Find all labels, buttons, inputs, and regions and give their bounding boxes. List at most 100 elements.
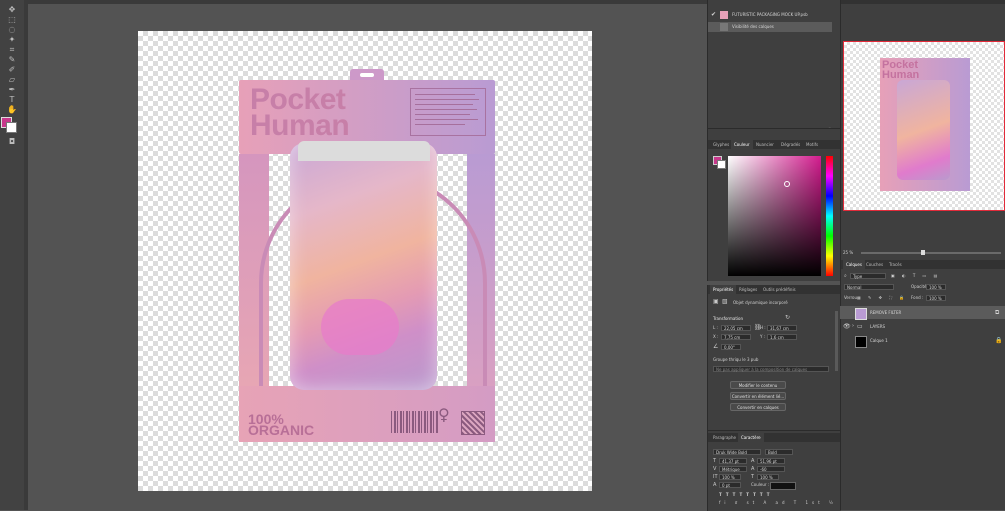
layer-filter-kind-select[interactable]: Type: [850, 273, 886, 279]
font-family-select[interactable]: Druk Wide Bold: [713, 449, 761, 455]
lasso-icon[interactable]: ◌: [7, 26, 17, 34]
horizontal-scale-icon: T: [751, 474, 755, 480]
layers-panel: Calques Couches Tracés ⌕ Type ▣ ◐ T ▭ ▤ …: [840, 260, 1005, 510]
x-input[interactable]: 7,75 cm: [721, 334, 751, 340]
expand-chevron-icon[interactable]: ›: [852, 320, 854, 333]
width-input[interactable]: 22,05 cm: [721, 325, 751, 331]
document-canvas[interactable]: Pocket Human 100% ORGANIC ♀: [138, 31, 592, 491]
brush-icon[interactable]: ✐: [7, 66, 17, 74]
baseline-shift-input[interactable]: 0 pt: [719, 482, 741, 488]
tab-proprietes[interactable]: Propriétés: [710, 285, 737, 294]
tracking-select[interactable]: -60: [757, 466, 785, 472]
width-label: L :: [713, 325, 718, 330]
hand-icon[interactable]: ✋: [7, 106, 17, 114]
visibility-eye-icon[interactable]: 👁: [843, 320, 851, 333]
convert-to-linked-button[interactable]: Convertir en élément lié...: [730, 392, 786, 400]
tab-degrades[interactable]: Dégradés: [778, 140, 803, 149]
font-style-select[interactable]: Bold: [765, 449, 793, 455]
tab-motifs[interactable]: Motifs: [803, 140, 821, 149]
eraser-icon[interactable]: ▱: [7, 76, 17, 84]
smart-object-badge-icon: ⧉: [995, 309, 1000, 316]
leading-icon: A: [751, 458, 755, 464]
pen-icon[interactable]: ✒: [7, 86, 17, 94]
transform-heading: Transformation: [713, 316, 744, 321]
text-color-swatch[interactable]: [770, 482, 796, 490]
tab-outils-predefinis[interactable]: Outils prédéfinis: [760, 285, 799, 294]
crop-icon[interactable]: ⌗: [7, 46, 17, 54]
object-type-label: Objet dynamique incorporé: [733, 300, 788, 305]
tab-nuancier[interactable]: Nuancier: [753, 140, 777, 149]
type-style-buttons[interactable]: TTTTTTTT: [719, 492, 773, 498]
properties-scrollbar[interactable]: [835, 311, 838, 371]
character-tabs: Paragraphe Caractère: [708, 433, 841, 442]
tab-caractere[interactable]: Caractère: [738, 433, 764, 442]
layer-name: REMOVE FILTER: [870, 310, 902, 315]
eyedropper-icon[interactable]: ✎: [7, 56, 17, 64]
horizontal-scale-input[interactable]: 100 %: [757, 474, 779, 480]
kerning-select[interactable]: Métrique: [719, 466, 747, 472]
layer-row-calque-1[interactable]: Calque 1 🔒: [840, 334, 1005, 348]
color-picker-cursor[interactable]: [784, 181, 790, 187]
reset-transform-icon[interactable]: ↻: [785, 315, 790, 321]
vertical-scale-input[interactable]: 100 %: [719, 474, 741, 480]
smart-object-thumbnail: [855, 308, 867, 320]
text-color-label: Couleur :: [751, 482, 770, 487]
navigator-title-line2: Human: [882, 69, 920, 81]
fill-label: Fond :: [911, 295, 924, 300]
tab-glyphes[interactable]: Glyphes: [710, 140, 732, 149]
quick-mask-icon[interactable]: ◘: [7, 138, 17, 146]
package-title-line2: Human: [250, 109, 350, 142]
organic-line2: ORGANIC: [248, 422, 315, 438]
wand-icon[interactable]: ✦: [7, 36, 17, 44]
tab-reglages[interactable]: Réglages: [736, 285, 760, 294]
hue-slider[interactable]: [826, 156, 833, 276]
height-input[interactable]: 31,67 cm: [767, 325, 797, 331]
opacity-input[interactable]: 100 %: [926, 284, 946, 290]
blend-mode-select[interactable]: Normal: [844, 284, 894, 290]
leading-input[interactable]: 51,96 pt: [757, 458, 785, 464]
tab-couleur[interactable]: Couleur: [731, 140, 753, 149]
lock-icon: 🔒: [995, 337, 1003, 344]
color-panel: Glyphes Couleur Nuancier Dégradés Motifs: [707, 128, 841, 281]
tab-paragraphe[interactable]: Paragraphe: [710, 433, 739, 442]
layer-row-layers-group[interactable]: 👁 › ▭ LAYERS: [840, 320, 1005, 333]
opentype-buttons[interactable]: fi σ st A ad T 1st ½: [719, 500, 837, 506]
panel-background-swatch[interactable]: [717, 160, 726, 169]
tab-calques[interactable]: Calques: [843, 260, 865, 269]
navigator-zoom-slider[interactable]: [861, 250, 1001, 255]
layer-filter-icons[interactable]: ▣ ◐ T ▭ ▤: [891, 273, 940, 279]
saturation-brightness-field[interactable]: [728, 156, 821, 276]
edit-contents-button[interactable]: Modifier le contenu: [730, 381, 786, 389]
history-snapshot-name: FUTURISTIC PACKAGING MOCK UP.psb: [732, 12, 808, 17]
qr-code-image: [461, 411, 485, 435]
history-step-row[interactable]: Visibilité des calques: [708, 22, 832, 32]
layer-comp-select[interactable]: Ne pas appliquer à la composition de cal…: [713, 366, 829, 372]
character-panel: Paragraphe Caractère Druk Wide Bold Bold…: [707, 430, 841, 511]
history-brush-source-icon[interactable]: ✔: [711, 11, 716, 19]
tab-traces[interactable]: Tracés: [886, 260, 905, 269]
tab-couches[interactable]: Couches: [863, 260, 886, 269]
background-color-swatch[interactable]: [6, 122, 17, 133]
layer-name: Calque 1: [870, 338, 888, 343]
layer-row-remove-filter[interactable]: REMOVE FILTER ⧉: [840, 306, 1005, 320]
mask-icon[interactable]: ▧: [722, 299, 728, 305]
y-input[interactable]: 1,6 cm: [767, 334, 797, 340]
barcode-image: [391, 411, 439, 433]
vertical-ruler: [24, 0, 28, 510]
lock-icons[interactable]: ▦ ✎ ✥ ⛶ 🔒: [857, 295, 907, 301]
package-organic-label: 100% ORGANIC: [248, 412, 315, 438]
package-hang-hole: [360, 73, 374, 77]
type-icon[interactable]: T: [7, 96, 17, 104]
convert-to-layers-button[interactable]: Convertir en calques: [730, 403, 786, 411]
move-icon[interactable]: ✥: [7, 6, 17, 14]
angle-icon: ∠: [713, 343, 719, 350]
font-size-input[interactable]: 41,37 pt: [719, 458, 747, 464]
angle-input[interactable]: 0,00°: [721, 344, 741, 350]
fill-input[interactable]: 100 %: [926, 295, 946, 301]
marquee-icon[interactable]: ⬚: [7, 16, 17, 24]
pouch-seal-strip: [298, 141, 430, 161]
navigator-zoom-value[interactable]: 25 %: [843, 250, 853, 256]
navigator-zoom-handle[interactable]: [921, 250, 925, 255]
history-snapshot-row[interactable]: ✔ FUTURISTIC PACKAGING MOCK UP.psb: [708, 10, 832, 20]
x-label: X :: [713, 334, 719, 339]
